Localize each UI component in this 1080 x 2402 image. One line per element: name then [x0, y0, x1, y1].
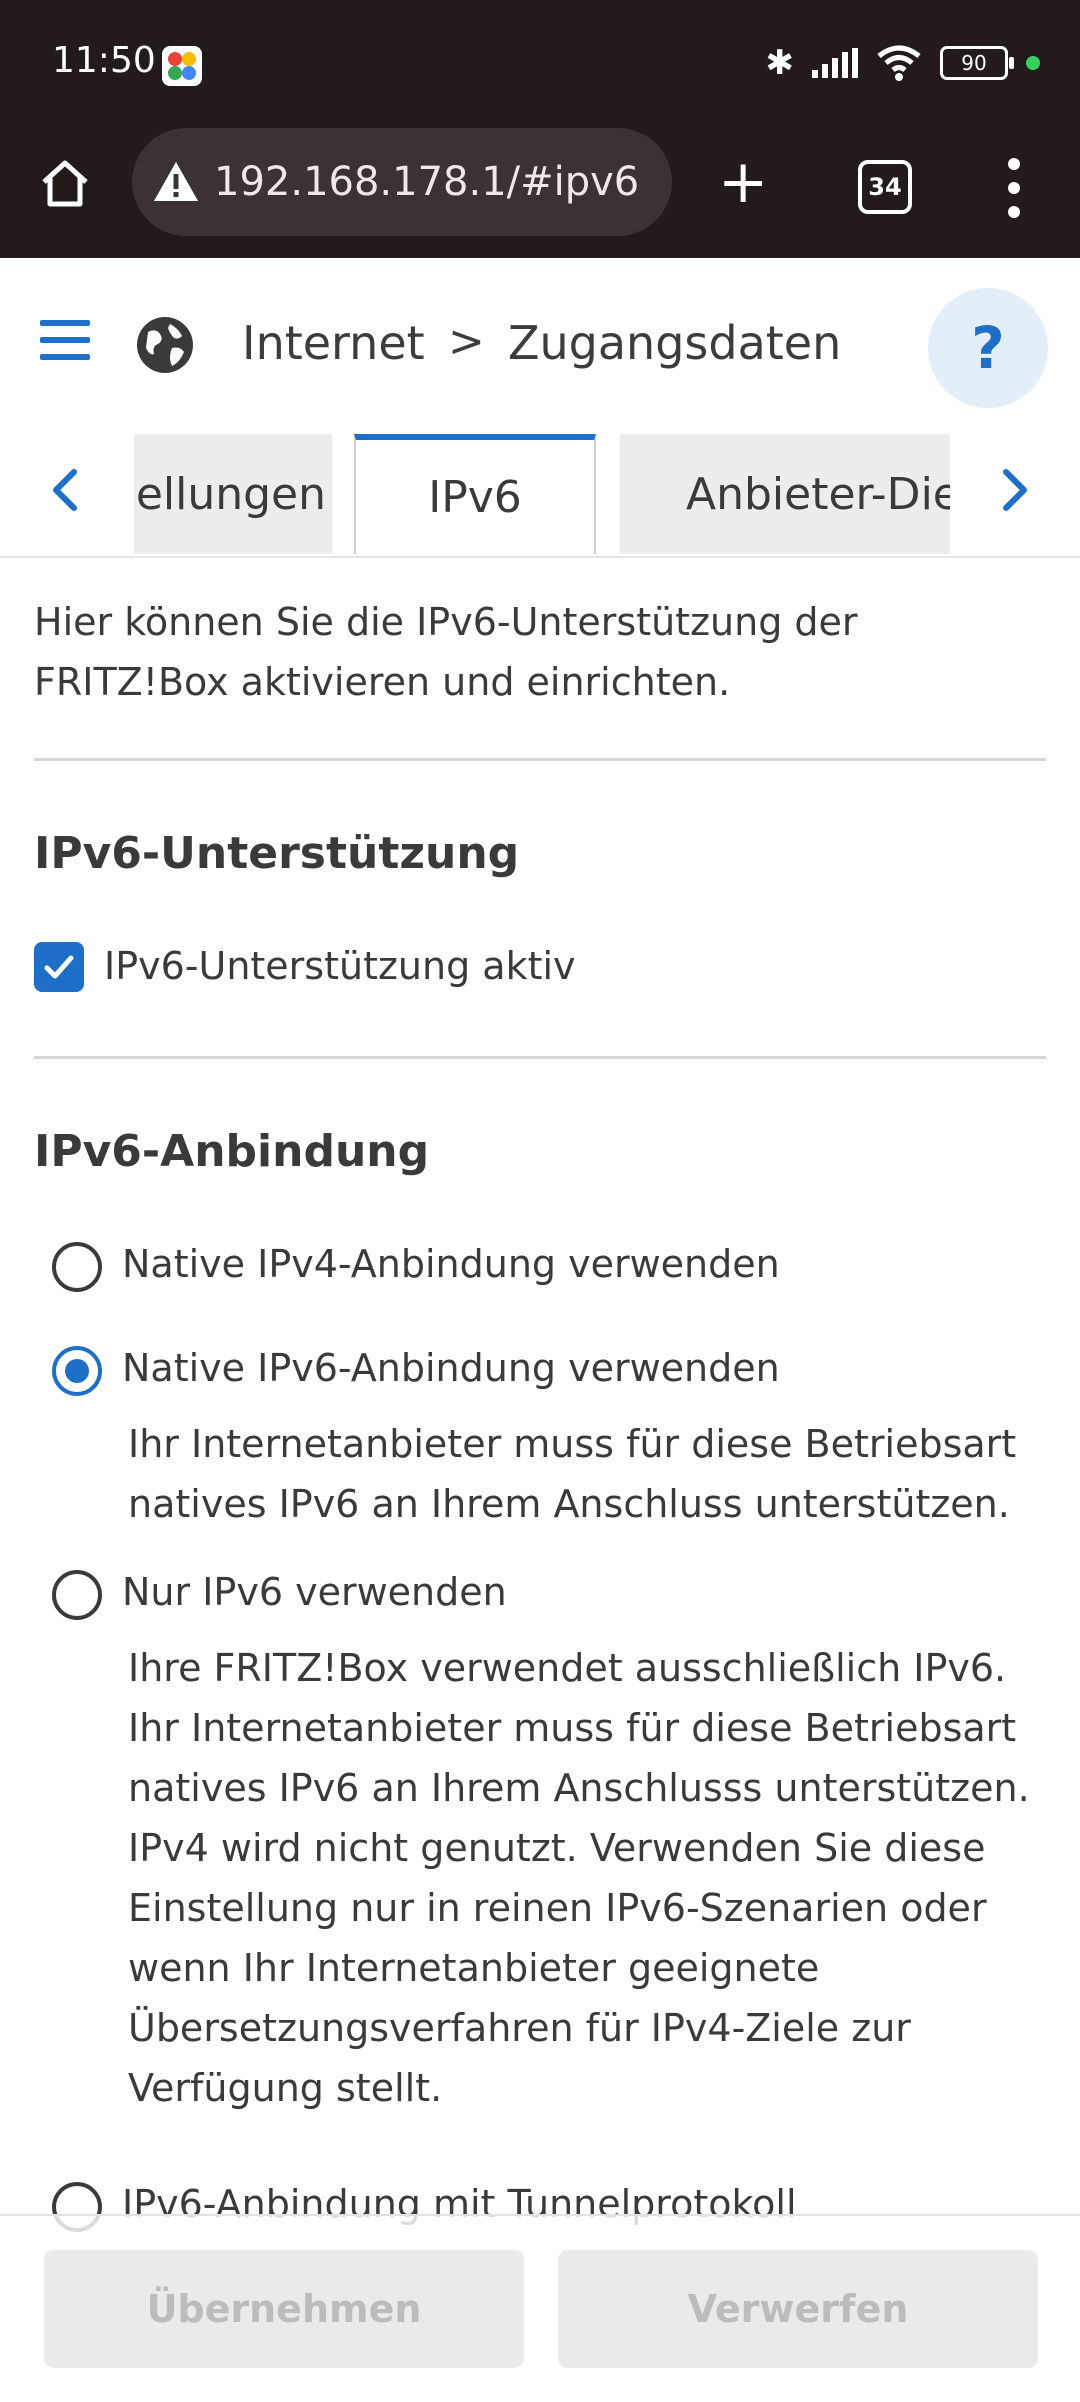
tab-anbieter-dienste[interactable]: Anbieter-Dienste: [620, 434, 950, 554]
ipv6-support-checkbox[interactable]: [34, 942, 84, 992]
tab-switcher-button[interactable]: 34: [858, 160, 912, 214]
browser-menu-button[interactable]: [1004, 158, 1024, 218]
action-bar: Übernehmen Verwerfen: [0, 2214, 1080, 2402]
battery-icon: 90: [940, 46, 1014, 80]
apply-button[interactable]: Übernehmen: [44, 2250, 524, 2368]
breadcrumb-separator: >: [448, 316, 485, 367]
url-text[interactable]: 192.168.178.1/#ipv6: [214, 159, 639, 205]
status-icons: ✱ 90: [765, 38, 1040, 88]
divider: [34, 1056, 1046, 1059]
clock: 11:50: [52, 40, 156, 81]
tab-bar: ellungen IPv6 Anbieter-Dienste: [0, 432, 1080, 558]
address-bar[interactable]: 192.168.178.1/#ipv6: [132, 128, 672, 236]
intro-text: Hier können Sie die IPv6-Unterstützung d…: [34, 600, 858, 704]
radio-ipv6-only[interactable]: [52, 1570, 102, 1620]
radio-label-native-ipv4[interactable]: Native IPv4-Anbindung verwenden: [122, 1242, 780, 1286]
globe-icon: [137, 317, 193, 373]
breadcrumb-zugangsdaten: Zugangsdaten: [508, 316, 842, 370]
bluetooth-icon: ✱: [765, 43, 795, 83]
tab-label: Anbieter-Dienste: [686, 468, 950, 520]
battery-level: 90: [961, 51, 987, 75]
new-tab-button[interactable]: +: [718, 152, 768, 212]
home-button[interactable]: [38, 156, 92, 210]
apply-label: Übernehmen: [146, 2287, 422, 2331]
checkmark-icon: [44, 955, 74, 979]
radio-description-ipv6-only: Ihre FRITZ!Box verwendet ausschließlich …: [128, 1646, 1030, 2110]
ipv6-support-label[interactable]: IPv6-Unterstützung aktiv: [104, 944, 576, 988]
help-label: ?: [971, 314, 1005, 382]
radio-native-ipv4[interactable]: [52, 1242, 102, 1292]
tab-ipv6[interactable]: IPv6: [354, 434, 596, 554]
breadcrumb-internet[interactable]: Internet: [242, 316, 425, 370]
radio-label-ipv6-only[interactable]: Nur IPv6 verwenden: [122, 1570, 507, 1614]
discard-label: Verwerfen: [687, 2287, 909, 2331]
tab-label: IPv6: [428, 471, 522, 523]
wifi-icon: [877, 45, 921, 81]
charging-dot-icon: [1026, 56, 1040, 70]
help-button[interactable]: ?: [928, 288, 1048, 408]
browser-toolbar: 192.168.178.1/#ipv6 + 34: [0, 128, 1080, 258]
status-bar: 11:50 ✱ 90: [0, 0, 1080, 128]
radio-label-native-ipv6[interactable]: Native IPv6-Anbindung verwenden: [122, 1346, 780, 1390]
tab-einstellungen[interactable]: ellungen: [134, 434, 332, 554]
warning-icon[interactable]: [150, 156, 202, 208]
photos-notification-icon: [162, 46, 202, 86]
radio-native-ipv6[interactable]: [52, 1346, 102, 1396]
divider: [34, 758, 1046, 761]
tab-label: ellungen: [135, 468, 326, 520]
section-title-support: IPv6-Unterstützung: [34, 828, 520, 879]
menu-icon[interactable]: [40, 320, 90, 360]
signal-icon: [812, 48, 858, 78]
page-header: Internet > Zugangsdaten ?: [0, 258, 1080, 438]
discard-button[interactable]: Verwerfen: [558, 2250, 1038, 2368]
radio-description-native-ipv6: Ihr Internetanbieter muss für diese Betr…: [128, 1422, 1017, 1526]
section-title-connection: IPv6-Anbindung: [34, 1126, 430, 1177]
chevron-left-icon[interactable]: [38, 462, 94, 518]
chevron-right-icon[interactable]: [986, 462, 1042, 518]
tab-count: 34: [868, 173, 902, 201]
